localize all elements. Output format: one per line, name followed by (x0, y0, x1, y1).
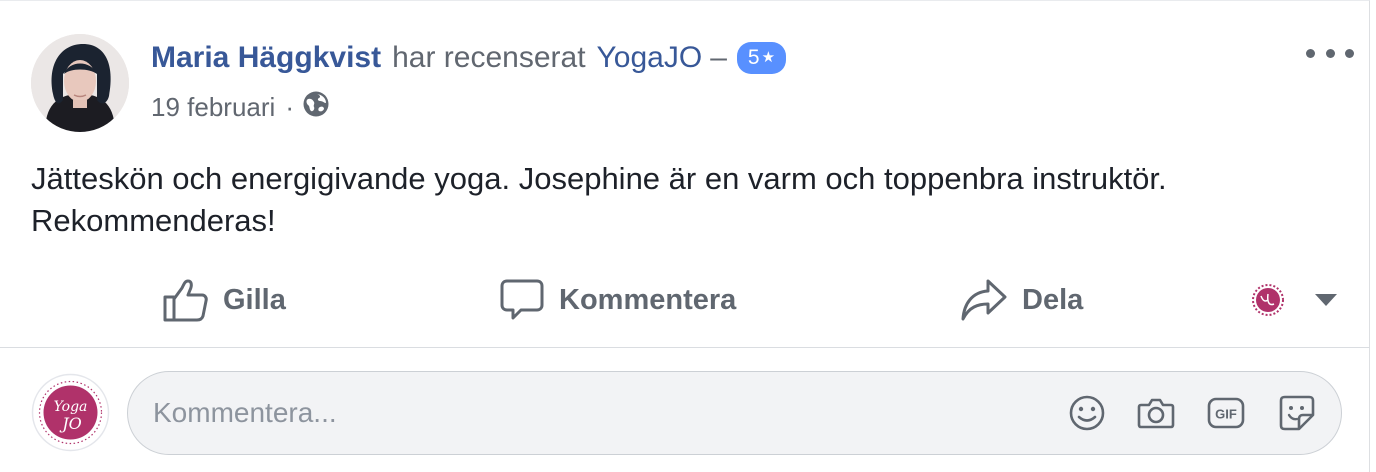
review-text: Jätteskön och energigivande yoga. Joseph… (31, 158, 1351, 242)
svg-text:GIF: GIF (1215, 407, 1237, 422)
emoji-icon[interactable] (1067, 393, 1107, 433)
page-avatar[interactable]: Yoga JO (31, 373, 110, 452)
chevron-down-icon (1315, 294, 1337, 306)
more-dot (1306, 48, 1315, 58)
camera-icon[interactable] (1136, 393, 1176, 433)
star-icon: ★ (761, 49, 776, 66)
header-dash: – (710, 41, 727, 74)
share-label: Dela (1022, 283, 1084, 316)
more-options-icon[interactable] (1306, 39, 1354, 67)
comment-composer: GIF (127, 371, 1342, 455)
svg-text:JO: JO (59, 414, 82, 433)
post-as-selector[interactable] (1250, 269, 1352, 331)
like-button[interactable]: Gilla (161, 269, 286, 331)
review-text-line: Jätteskön och energigivande yoga. Joseph… (31, 161, 1167, 196)
share-arrow-icon (961, 279, 1007, 321)
review-text-line: Rekommenderas! (31, 203, 276, 238)
rating-value: 5 (747, 46, 760, 69)
page-avatar-small-icon (1252, 284, 1284, 316)
comment-label: Kommentera (559, 283, 737, 316)
author-avatar[interactable] (31, 34, 129, 132)
post-header: Maria Häggkvist har recenserat YogaJO – … (151, 37, 787, 79)
sticker-icon[interactable] (1277, 393, 1317, 433)
meta-separator: · (285, 91, 294, 122)
share-button[interactable]: Dela (960, 269, 1083, 331)
globe-icon[interactable] (302, 90, 330, 125)
more-dot (1345, 48, 1354, 58)
comment-button[interactable]: Kommentera (499, 269, 736, 331)
gif-icon[interactable]: GIF (1206, 393, 1246, 433)
divider (0, 347, 1370, 348)
action-bar: Gilla Kommentera Dela (0, 269, 1370, 331)
review-verb: har recenserat (392, 41, 586, 74)
review-post: Maria Häggkvist har recenserat YogaJO – … (0, 0, 1370, 472)
author-name-link[interactable]: Maria Häggkvist (151, 37, 381, 79)
more-dot (1325, 48, 1335, 58)
comment-input[interactable] (153, 372, 1033, 454)
speech-bubble-icon (500, 279, 544, 320)
like-label: Gilla (223, 283, 286, 316)
rating-badge: 5 ★ (736, 42, 787, 74)
page-name-link[interactable]: YogaJO (597, 37, 703, 79)
post-meta: 19 februari · (151, 87, 330, 127)
svg-text:Yoga: Yoga (54, 399, 88, 415)
post-date-link[interactable]: 19 februari (151, 92, 275, 123)
thumbs-up-icon (163, 279, 208, 322)
